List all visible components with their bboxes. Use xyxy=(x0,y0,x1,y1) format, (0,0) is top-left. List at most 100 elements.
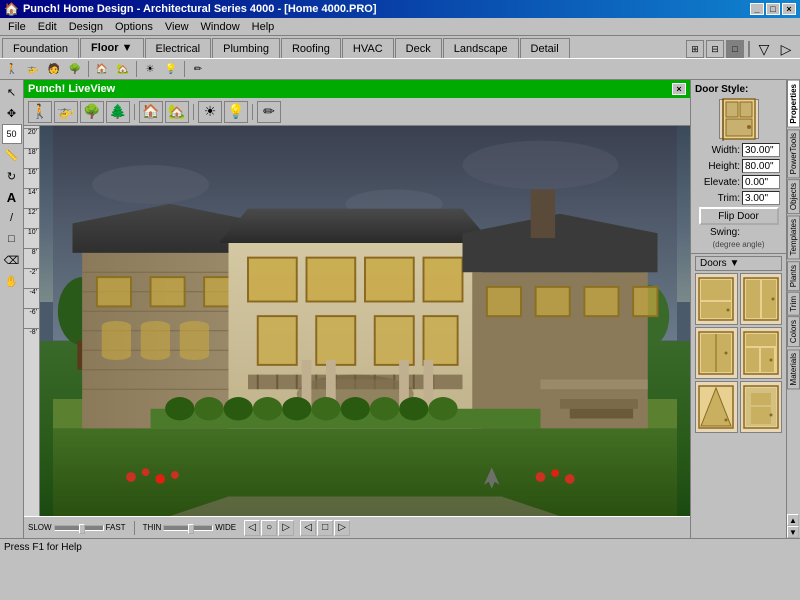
view-3d-button[interactable]: □ xyxy=(726,40,744,58)
minimize-button[interactable]: _ xyxy=(750,3,764,15)
tool-walk[interactable]: 🚶 xyxy=(2,60,22,78)
trim-prop: Trim: 3.00" xyxy=(695,191,782,205)
tab-electrical[interactable]: Electrical xyxy=(145,38,212,58)
rtab-colors[interactable]: Colors xyxy=(787,316,800,347)
nav-right-button[interactable]: ▷ xyxy=(776,40,796,58)
view-btn-2[interactable]: □ xyxy=(317,520,333,536)
tool-person[interactable]: 🧑 xyxy=(44,60,64,78)
tab-plumbing[interactable]: Plumbing xyxy=(212,38,280,58)
elevate-value[interactable]: 0.00" xyxy=(742,175,780,189)
door-thumb-3[interactable] xyxy=(695,327,738,379)
speed-control[interactable]: SLOW FAST xyxy=(28,523,126,532)
door-thumb-row-2 xyxy=(695,327,782,379)
vertical-ruler: 20' 18' 16' 14' 12' 10' 8' -2' -4' -6' -… xyxy=(24,126,40,516)
doors-dropdown-header[interactable]: Doors ▼ xyxy=(695,256,782,271)
menu-options[interactable]: Options xyxy=(109,20,159,34)
lv-tree2-tool[interactable]: 🌲 xyxy=(106,101,130,123)
flip-door-button[interactable]: Flip Door xyxy=(699,207,779,225)
view-grid-button[interactable]: ⊞ xyxy=(686,40,704,58)
rtab-trim[interactable]: Trim xyxy=(787,292,800,316)
tool-text[interactable]: A xyxy=(2,187,22,207)
trim-label: Trim: xyxy=(695,193,740,204)
width-slider-thumb[interactable] xyxy=(188,524,194,534)
door-thumb-2[interactable] xyxy=(740,273,783,325)
menu-view[interactable]: View xyxy=(159,20,195,34)
menu-file[interactable]: File xyxy=(2,20,32,34)
rtab-powertools[interactable]: PowerTools xyxy=(787,129,800,178)
speed-slider-thumb[interactable] xyxy=(79,524,85,534)
lv-sep-2 xyxy=(193,104,194,120)
width-slider-track[interactable] xyxy=(163,525,213,531)
3d-viewport[interactable] xyxy=(40,126,690,516)
nav-arrow-button[interactable]: ▽ xyxy=(754,40,774,58)
lv-sep-1 xyxy=(134,104,135,120)
tab-floor[interactable]: Floor ▼ xyxy=(80,38,143,58)
tool-rect[interactable]: □ xyxy=(2,229,22,249)
tab-hvac[interactable]: HVAC xyxy=(342,38,394,58)
width-control[interactable]: THIN WIDE xyxy=(143,523,237,532)
tool-house-alt[interactable]: 🏡 xyxy=(113,60,133,78)
tool-line[interactable]: / xyxy=(2,208,22,228)
menu-design[interactable]: Design xyxy=(63,20,109,34)
rtab-materials[interactable]: Materials xyxy=(787,349,800,389)
view-btn-1[interactable]: ◁ xyxy=(300,520,316,536)
tool-zoom-in[interactable]: 50 xyxy=(2,124,22,144)
lv-pencil-tool[interactable]: ✏ xyxy=(257,101,281,123)
lv-heli-tool[interactable]: 🚁 xyxy=(54,101,78,123)
menu-help[interactable]: Help xyxy=(246,20,281,34)
tab-landscape[interactable]: Landscape xyxy=(443,38,519,58)
lv-sun-tool[interactable]: ☀ xyxy=(198,101,222,123)
liveview-close-button[interactable]: × xyxy=(672,83,686,95)
tool-move[interactable]: ✥ xyxy=(2,103,22,123)
lv-tree-tool[interactable]: 🌳 xyxy=(80,101,104,123)
door-thumb-6[interactable] xyxy=(740,381,783,433)
right-panel-main: Door Style: Width: xyxy=(691,80,786,538)
tool-car[interactable]: 🌳 xyxy=(65,60,85,78)
view-btn-3[interactable]: ▷ xyxy=(334,520,350,536)
rtab-plants[interactable]: Plants xyxy=(787,261,800,291)
menu-edit[interactable]: Edit xyxy=(32,20,63,34)
lv-house-tool[interactable]: 🏠 xyxy=(139,101,163,123)
tool-eraser[interactable]: ⌫ xyxy=(2,250,22,270)
lv-walk-tool[interactable]: 🚶 xyxy=(28,101,52,123)
nav-right[interactable]: ▷ xyxy=(278,520,294,536)
right-panel-inner: Door Style: Width: xyxy=(691,80,800,538)
tool-measure[interactable]: 📏 xyxy=(2,145,22,165)
ruler-mark: -8' xyxy=(24,328,39,348)
view-split-button[interactable]: ⊟ xyxy=(706,40,724,58)
door-style-icon[interactable] xyxy=(719,99,759,139)
window-controls[interactable]: _ □ × xyxy=(750,3,796,15)
rtab-properties[interactable]: Properties xyxy=(787,80,800,128)
tab-roofing[interactable]: Roofing xyxy=(281,38,341,58)
tool-bulb[interactable]: 💡 xyxy=(161,60,181,78)
nav-left[interactable]: ◁ xyxy=(244,520,260,536)
tool-hand[interactable]: ✋ xyxy=(2,271,22,291)
close-button[interactable]: × xyxy=(782,3,796,15)
door-thumb-4[interactable] xyxy=(740,327,783,379)
door-thumb-5[interactable] xyxy=(695,381,738,433)
lv-bulb-tool[interactable]: 💡 xyxy=(224,101,248,123)
nav-center[interactable]: ○ xyxy=(261,520,277,536)
tool-sun[interactable]: ☀ xyxy=(140,60,160,78)
speed-slider-track[interactable] xyxy=(54,525,104,531)
width-value[interactable]: 30.00" xyxy=(742,143,780,157)
tool-pencil[interactable]: ✏ xyxy=(188,60,208,78)
tool-fly[interactable]: 🚁 xyxy=(23,60,43,78)
maximize-button[interactable]: □ xyxy=(766,3,780,15)
scroll-down-button[interactable]: ▼ xyxy=(787,526,799,538)
scroll-up-button[interactable]: ▲ xyxy=(787,514,799,526)
door-thumb-1[interactable] xyxy=(695,273,738,325)
rtab-objects[interactable]: Objects xyxy=(787,179,800,214)
tab-detail[interactable]: Detail xyxy=(520,38,570,58)
menu-window[interactable]: Window xyxy=(195,20,246,34)
tab-deck[interactable]: Deck xyxy=(395,38,442,58)
trim-value[interactable]: 3.00" xyxy=(742,191,780,205)
lv-house2-tool[interactable]: 🏡 xyxy=(165,101,189,123)
tab-foundation[interactable]: Foundation xyxy=(2,38,79,58)
height-value[interactable]: 80.00" xyxy=(742,159,780,173)
tool-rotate[interactable]: ↻ xyxy=(2,166,22,186)
tool-select[interactable]: ↖ xyxy=(2,82,22,102)
tool-house[interactable]: 🏠 xyxy=(92,60,112,78)
door-thumb-row-3 xyxy=(695,381,782,433)
rtab-templates[interactable]: Templates xyxy=(787,215,800,259)
